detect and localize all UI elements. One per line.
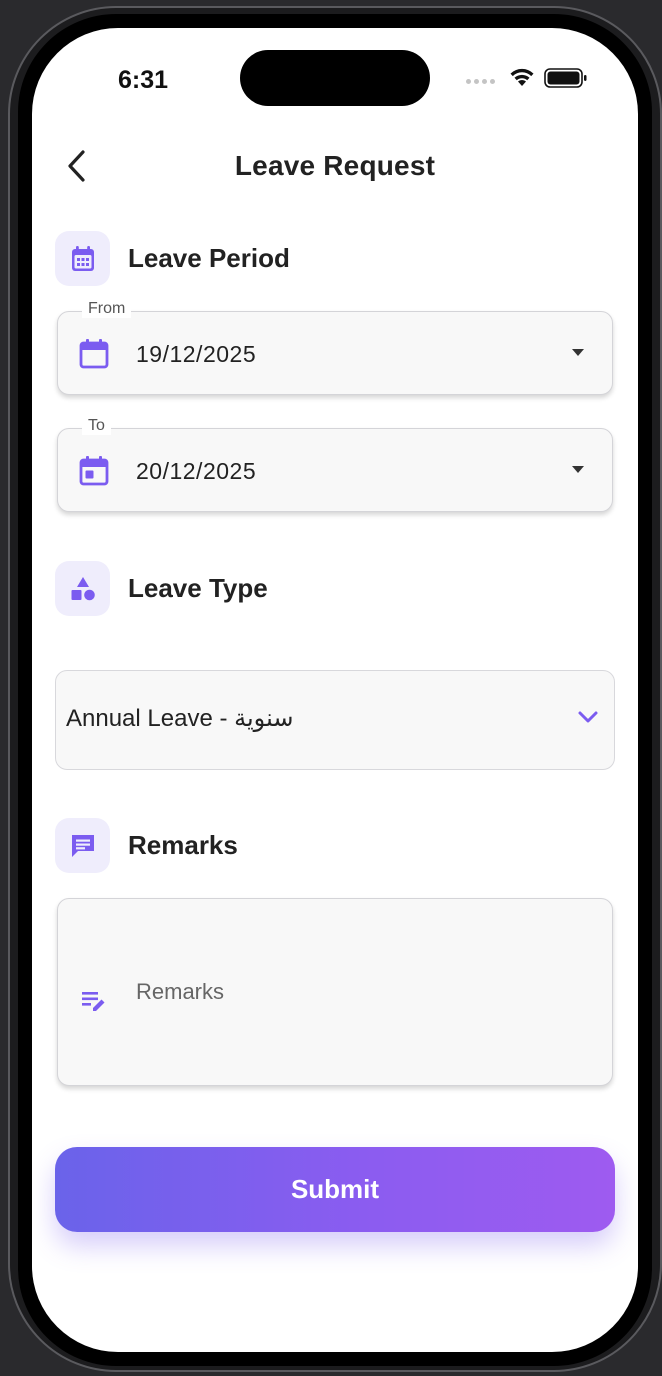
caret-down-icon [572,466,584,473]
app-screen: 6:31 Leave Request Leave Period From 19/… [32,28,638,1352]
to-date-field[interactable]: To 20/12/2025 [57,417,613,512]
status-time: 6:31 [118,66,169,94]
battery-icon [544,68,587,88]
calendar-grid-icon [71,245,94,271]
to-label: To [82,417,111,435]
dynamic-island [240,50,430,106]
wifi-icon [510,68,534,86]
to-date-value: 20/12/2025 [136,458,257,484]
edit-note-icon [82,992,105,1011]
calendar-icon [79,339,109,369]
leave-period-icon-badge [55,231,110,286]
status-indicators [466,66,596,90]
page-title: Leave Request [234,150,436,181]
leave-type-icon-badge [55,561,110,616]
submit-button[interactable]: Submit [55,1147,615,1232]
calendar-event-icon [79,456,109,486]
caret-down-icon [572,349,584,356]
remarks-input[interactable] [136,977,576,1007]
chevron-down-icon [578,711,598,723]
remarks-icon-badge [55,818,110,873]
from-date-value: 19/12/2025 [136,341,257,367]
cellular-signal-icon [466,79,495,84]
from-label: From [82,300,132,318]
leave-type-select[interactable]: Annual Leave - سنوية [55,670,615,770]
leave-type-title: Leave Type [128,573,268,603]
chat-bubble-icon [71,834,94,857]
shapes-icon [71,576,95,600]
from-date-field[interactable]: From 19/12/2025 [57,300,613,395]
chevron-left-icon [68,150,85,182]
remarks-field[interactable] [57,898,613,1086]
leave-type-value: Annual Leave - سنوية [66,705,294,732]
back-button[interactable] [58,146,94,186]
remarks-title: Remarks [128,830,238,860]
leave-period-title: Leave Period [128,243,290,273]
